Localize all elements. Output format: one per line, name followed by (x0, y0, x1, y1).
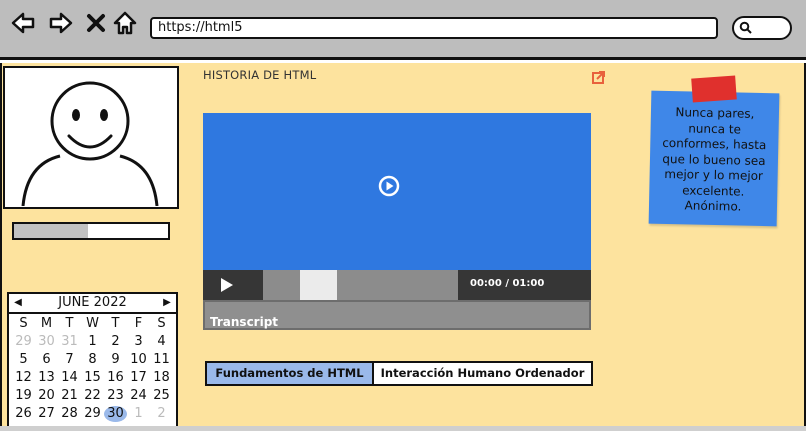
weekday-label: T (111, 316, 120, 331)
seek-thumb[interactable] (300, 270, 338, 300)
calendar-day[interactable]: 1 (81, 334, 104, 350)
play-overlay-icon[interactable] (378, 175, 400, 197)
calendar-day[interactable]: 1 (127, 406, 150, 422)
calendar-day[interactable]: 13 (35, 370, 58, 386)
forward-arrow-icon[interactable] (48, 10, 74, 36)
calendar-day[interactable]: 30 (35, 334, 58, 350)
prev-month-icon[interactable]: ◀ (11, 294, 25, 312)
profile-progress-bar (12, 222, 170, 240)
calendar-day[interactable]: 17 (127, 370, 150, 386)
calendar-day[interactable]: 11 (150, 352, 173, 368)
calendar-month-label: JUNE 2022 (58, 295, 127, 310)
calendar-day[interactable]: 2 (104, 334, 127, 350)
calendar-day[interactable]: 10 (127, 352, 150, 368)
browser-toolbar: https://html5 (0, 0, 806, 60)
calendar-day[interactable]: 7 (58, 352, 81, 368)
calendar-grid: S M T W T F S 29 30 31 1 2 3 4 5 6 7 8 9 10 11 12 13 14 15 16 17 18… (9, 314, 176, 424)
calendar-day[interactable]: 15 (81, 370, 104, 386)
weekday-label: M (40, 316, 53, 331)
weekday-label: S (19, 316, 28, 331)
calendar-header: ◀ JUNE 2022 ▶ (9, 294, 176, 314)
calendar-day[interactable]: 27 (35, 406, 58, 422)
external-link-icon[interactable] (592, 71, 605, 84)
calendar-day[interactable]: 23 (104, 388, 127, 404)
video-player[interactable]: 00:00 / 01:00 (203, 113, 591, 302)
transcript-label: Transcript (210, 315, 279, 329)
transcript-panel[interactable]: Transcript (203, 300, 591, 330)
video-time: 00:00 / 01:00 (470, 278, 545, 289)
bottom-scrollbar[interactable] (0, 426, 806, 431)
tab-interaccion-humano-ordenador[interactable]: Interacción Humano Ordenador (374, 363, 591, 384)
calendar-day[interactable]: 30 (104, 406, 127, 422)
calendar-day[interactable]: 21 (58, 388, 81, 404)
url-field[interactable]: https://html5 (150, 17, 718, 39)
weekday-label: W (86, 316, 99, 331)
calendar-day[interactable]: 14 (58, 370, 81, 386)
avatar (3, 66, 179, 209)
sticky-note-text: Nunca pares, nunca te conformes, hasta q… (662, 105, 767, 214)
calendar-day[interactable]: 24 (127, 388, 150, 404)
calendar-day[interactable]: 6 (35, 352, 58, 368)
weekday-label: F (134, 316, 143, 331)
calendar: ◀ JUNE 2022 ▶ S M T W T F S 29 30 31 1 2 3 4 5 6 7 8 9 10 11… (7, 292, 178, 431)
calendar-day[interactable]: 2 (150, 406, 173, 422)
sticky-note: Nunca pares, nunca te conformes, hasta q… (648, 90, 780, 227)
weekday-label: S (157, 316, 166, 331)
seek-slider[interactable] (263, 270, 458, 300)
calendar-day[interactable]: 8 (81, 352, 104, 368)
search-field[interactable] (732, 16, 792, 40)
calendar-day[interactable]: 31 (58, 334, 81, 350)
calendar-day[interactable]: 25 (150, 388, 173, 404)
page-title: HISTORIA DE HTML (203, 68, 317, 82)
search-icon (739, 21, 752, 34)
progress-fill (14, 224, 88, 238)
next-month-icon[interactable]: ▶ (160, 294, 174, 312)
calendar-day[interactable]: 26 (12, 406, 35, 422)
calendar-day[interactable]: 12 (12, 370, 35, 386)
close-icon[interactable] (86, 10, 106, 36)
calendar-day[interactable]: 19 (12, 388, 35, 404)
weekday-label: T (65, 316, 74, 331)
tab-fundamentos-html[interactable]: Fundamentos de HTML (207, 363, 374, 384)
calendar-day[interactable]: 5 (12, 352, 35, 368)
calendar-day[interactable]: 28 (58, 406, 81, 422)
home-icon[interactable] (112, 10, 138, 36)
user-placeholder-icon (21, 81, 159, 207)
calendar-day[interactable]: 3 (127, 334, 150, 350)
tape-decoration (691, 75, 737, 103)
calendar-day[interactable]: 18 (150, 370, 173, 386)
calendar-day[interactable]: 22 (81, 388, 104, 404)
calendar-day[interactable]: 29 (81, 406, 104, 422)
calendar-day[interactable]: 9 (104, 352, 127, 368)
back-arrow-icon[interactable] (10, 10, 36, 36)
topic-tabs: Fundamentos de HTML Interacción Humano O… (205, 361, 593, 386)
calendar-day[interactable]: 4 (150, 334, 173, 350)
calendar-day[interactable]: 16 (104, 370, 127, 386)
play-icon[interactable] (219, 277, 235, 293)
video-controls: 00:00 / 01:00 (203, 270, 591, 300)
calendar-day[interactable]: 29 (12, 334, 35, 350)
calendar-day[interactable]: 20 (35, 388, 58, 404)
